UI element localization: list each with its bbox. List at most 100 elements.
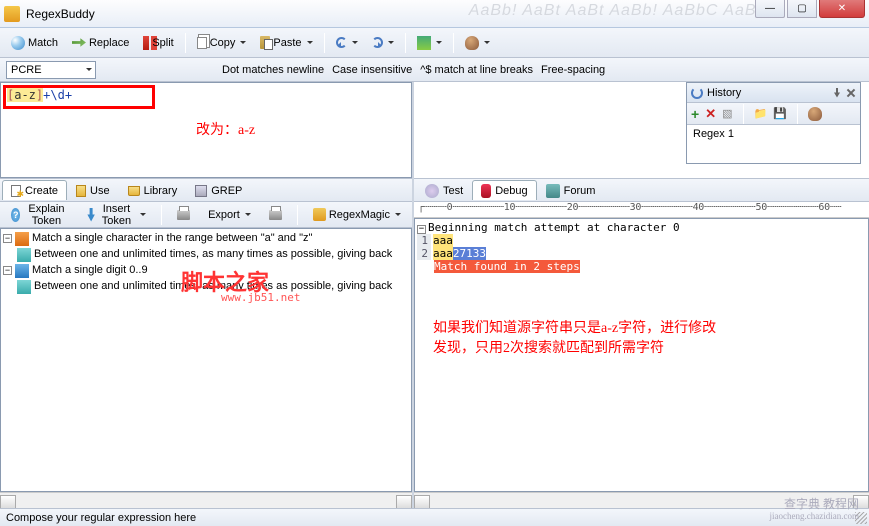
tab-debug[interactable]: Debug [472,180,536,200]
chevron-down-icon [140,213,146,219]
print2-button[interactable] [262,204,289,226]
clear-icon[interactable]: ▧ [722,107,732,120]
opt-case-insensitive[interactable]: Case insensitive [332,64,412,76]
window-buttons: — ▢ ✕ [755,0,865,18]
explanation-tree[interactable]: − Match a single character in the range … [0,228,412,492]
redo-button[interactable] [365,32,401,54]
tree-node[interactable]: Between one and unlimited times, as many… [3,247,409,263]
pin-icon[interactable] [832,88,842,98]
copy-icon [197,37,207,49]
replace-button[interactable]: Replace [65,32,136,54]
chevron-down-icon [436,41,442,47]
export-button[interactable]: Export [201,204,258,226]
close-button[interactable]: ✕ [819,0,865,18]
regex-input[interactable]: [a-z]+\d+ 改为：a-z [0,82,412,178]
history-item[interactable]: Regex 1 [691,127,856,141]
test-icon [425,184,439,198]
debug-output[interactable]: −Beginning match attempt at character 0 … [414,218,869,492]
tab-library[interactable]: Library [119,180,187,200]
app-icon [4,6,20,22]
chevron-down-icon [484,41,490,47]
debug-icon [481,184,491,198]
separator [743,104,744,124]
left-tabs: Create Use Library GREP [0,178,412,202]
collapse-icon[interactable]: − [3,266,12,275]
chevron-down-icon [388,41,394,47]
separator [797,104,798,124]
opt-dot-matches[interactable]: Dot matches newline [222,64,324,76]
paste-icon [260,36,270,49]
library-icon [128,186,140,196]
status-text: Compose your regular expression here [6,512,196,524]
chevron-down-icon [240,41,246,47]
history-header: History [687,83,860,103]
scrollbar-horizontal[interactable] [414,492,869,508]
search-icon [11,36,25,50]
grid-icon [417,36,431,50]
use-icon [76,185,86,197]
annotation-left: 改为：a-z [196,119,255,139]
digit-icon [15,264,29,278]
split-button[interactable]: Split [136,32,180,54]
explain-token-button[interactable]: ?Explain Token [4,204,76,226]
tab-grep[interactable]: GREP [186,180,251,200]
history-icon [691,87,703,99]
opt-line-breaks[interactable]: ^$ match at line breaks [420,64,533,76]
paste-button[interactable]: Paste [253,32,319,54]
statusbar: Compose your regular expression here [0,508,869,526]
opt-free-spacing[interactable]: Free-spacing [541,64,605,76]
tree-node[interactable]: − Match a single digit 0..9 [3,263,409,279]
resize-grip[interactable] [855,512,867,524]
flavor-combo[interactable]: PCRE [6,61,96,79]
window-title: RegexBuddy [26,7,95,21]
delete-icon[interactable]: ✕ [705,106,716,122]
scrollbar-horizontal[interactable] [0,492,412,508]
split-icon [143,36,149,50]
insert-token-button[interactable]: Insert Token [80,204,153,226]
create-toolbar: ?Explain Token Insert Token Export Regex… [0,202,412,228]
tab-forum[interactable]: Forum [537,180,605,200]
left-column: [a-z]+\d+ 改为：a-z Create Use Library GREP… [0,82,414,508]
history-toolbar: + ✕ ▧ 📁 💾 [687,103,860,125]
replace-icon [72,36,86,50]
regexmagic-button[interactable]: RegexMagic [306,204,408,226]
chevron-down-icon [352,41,358,47]
history-title: History [707,87,741,99]
tab-create[interactable]: Create [2,180,67,200]
history-list[interactable]: Regex 1 [687,125,860,143]
chevron-down-icon [245,213,251,219]
history-panel: History + ✕ ▧ 📁 💾 Regex 1 [686,82,861,164]
tab-use[interactable]: Use [67,180,119,200]
collapse-icon[interactable]: − [3,234,12,243]
chevron-down-icon [307,41,313,47]
print-button[interactable] [170,204,197,226]
quantifier-icon [17,248,31,262]
separator [185,33,186,53]
info-icon: ? [11,208,20,222]
folder-icon[interactable]: 📁 [754,107,768,120]
add-icon[interactable]: + [691,106,699,122]
tab-test[interactable]: Test [416,180,472,200]
main-toolbar: Match Replace Split Copy Paste [0,28,869,58]
options-bar: PCRE Dot matches newline Case insensitiv… [0,58,869,82]
close-icon[interactable] [846,88,856,98]
maximize-button[interactable]: ▢ [787,0,817,18]
separator [161,205,162,225]
copy-button[interactable]: Copy [190,32,254,54]
ruler: ┌┄┄┄┄0┄┄┄┄┄┄┄┄┄10┄┄┄┄┄┄┄┄┄20┄┄┄┄┄┄┄┄┄30┄… [414,202,869,218]
save-icon[interactable]: 💾 [773,107,787,120]
help-button[interactable] [458,32,497,54]
mascot-icon[interactable] [808,107,822,121]
tree-node[interactable]: Between one and unlimited times, as many… [3,279,409,295]
charclass-icon [15,232,29,246]
match-button[interactable]: Match [4,32,65,54]
tree-node[interactable]: − Match a single character in the range … [3,231,409,247]
line-number: 2 [417,247,431,260]
minimize-button[interactable]: — [755,0,785,18]
collapse-icon[interactable]: − [417,225,426,234]
line-number: 1 [417,234,431,247]
undo-button[interactable] [329,32,365,54]
options-button[interactable] [410,32,449,54]
forum-icon [546,184,560,198]
separator [297,205,298,225]
